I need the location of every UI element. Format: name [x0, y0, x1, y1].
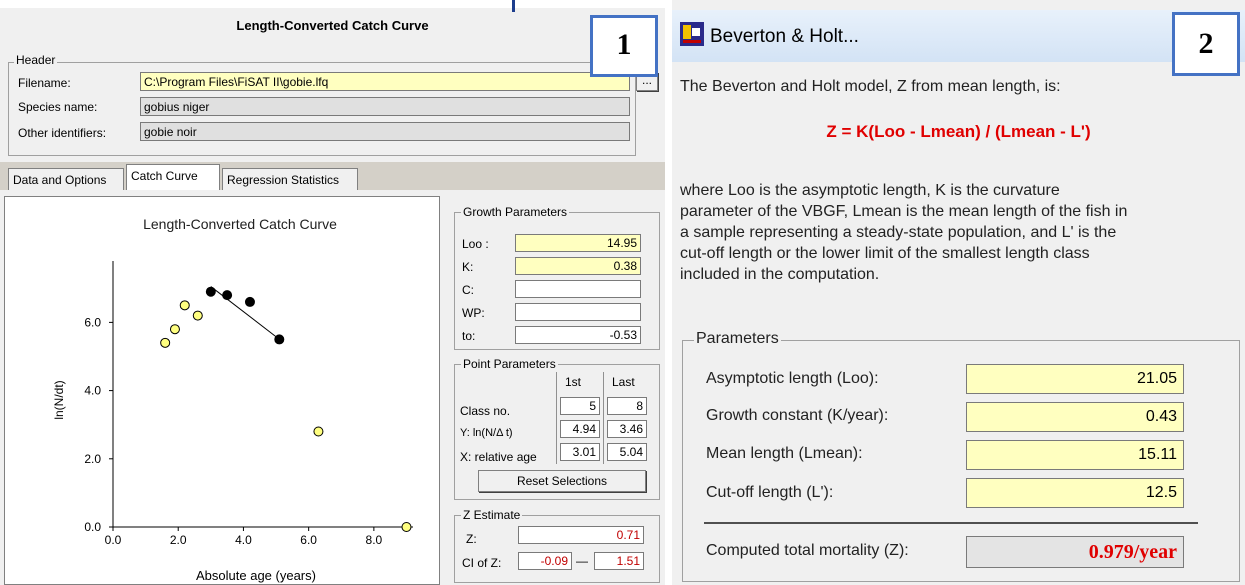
catch-curve-chart: Length-Converted Catch Curve Absolute ag… — [52, 216, 413, 583]
panel-number-badge: 2 — [1172, 12, 1240, 76]
unselected-data-point — [401, 522, 412, 532]
last-column-header: Last — [612, 375, 635, 389]
class-last-field[interactable]: 8 — [607, 397, 647, 415]
class-first-field[interactable]: 5 — [560, 397, 600, 415]
window-title: Beverton & Holt... — [710, 26, 859, 47]
description-line: parameter of the VBGF, Lmean is the mean… — [680, 203, 1128, 220]
to-field[interactable]: -0.53 — [515, 326, 641, 344]
ci-low-field[interactable]: -0.09 — [518, 552, 572, 570]
y-tick-label: 0.0 — [84, 520, 101, 534]
column-divider — [556, 372, 557, 464]
unselected-data-point — [169, 324, 180, 335]
catch-curve-window: Length-Converted Catch Curve Header File… — [0, 0, 665, 585]
description-line: cut-off length or the lower limit of the… — [680, 245, 1090, 262]
y-tick-label: 2.0 — [84, 452, 101, 466]
species-label: Species name: — [18, 100, 98, 114]
formula: Z = K(Loo - Lmean) / (Lmean - L') — [826, 122, 1091, 141]
top-strip — [0, 0, 665, 8]
loo-field[interactable]: 21.05 — [966, 364, 1184, 394]
z-label: Z: — [466, 532, 477, 546]
beverton-holt-window: Beverton & Holt... 2 The Beverton and Ho… — [672, 0, 1245, 585]
x-axis-label: Absolute age (years) — [196, 568, 316, 583]
cutoff-length-label: Cut-off length (L'): — [706, 484, 834, 501]
parameters-legend: Parameters — [694, 330, 781, 348]
point-parameters-legend: Point Parameters — [461, 357, 558, 371]
y-tick-label: 4.0 — [84, 384, 101, 398]
description-line: a sample representing a steady-state pop… — [680, 224, 1117, 241]
y-axis-label: ln(N/dt) — [52, 380, 66, 419]
column-divider — [603, 372, 604, 464]
description-line: included in the computation. — [680, 266, 880, 283]
unselected-data-point — [160, 337, 171, 348]
x-first-field[interactable]: 3.01 — [560, 443, 600, 461]
z-estimate-legend: Z Estimate — [461, 508, 523, 522]
x-tick-label: 6.0 — [300, 533, 317, 547]
y-param-label: Y: ln(N/Δ t) — [460, 427, 513, 439]
model-intro: The Beverton and Holt model, Z from mean… — [680, 78, 1061, 95]
selected-data-point — [222, 290, 233, 301]
growth-parameters-legend: Growth Parameters — [461, 205, 570, 219]
cutoff-length-field[interactable]: 12.5 — [966, 478, 1184, 508]
x-last-field[interactable]: 5.04 — [607, 443, 647, 461]
chart-title: Length-Converted Catch Curve — [143, 216, 337, 232]
window-title: Length-Converted Catch Curve — [236, 18, 429, 33]
total-mortality-label: Computed total mortality (Z): — [706, 542, 909, 559]
model-description: where Loo is the asymptotic length, K is… — [680, 180, 1240, 285]
chart-panel: Length-Converted Catch Curve Absolute ag… — [4, 196, 440, 585]
header-legend: Header — [14, 53, 58, 67]
reset-selections-button[interactable]: Reset Selections — [478, 470, 646, 492]
mean-length-field[interactable]: 15.11 — [966, 440, 1184, 470]
z-field[interactable]: 0.71 — [518, 526, 644, 544]
description-line: where Loo is the asymptotic length, K is… — [680, 182, 1060, 199]
k-field[interactable]: 0.38 — [515, 257, 641, 275]
app-icon — [680, 22, 704, 46]
wp-field[interactable] — [515, 303, 641, 321]
ci-high-field[interactable]: 1.51 — [594, 552, 644, 570]
c-field[interactable] — [515, 280, 641, 298]
mean-length-label: Mean length (Lmean): — [706, 445, 863, 462]
species-field[interactable]: gobius niger — [140, 97, 630, 116]
cursor-mark — [512, 0, 515, 12]
x-tick-label: 8.0 — [366, 533, 383, 547]
panel-number-badge: 1 — [590, 15, 658, 77]
selected-data-point — [244, 296, 255, 307]
x-tick-label: 2.0 — [170, 533, 187, 547]
c-label: C: — [462, 283, 474, 297]
loo-label: Asymptotic length (Loo): — [706, 370, 879, 387]
selected-data-point — [205, 286, 216, 297]
x-param-label: X: relative age — [460, 450, 537, 464]
other-identifiers-field[interactable]: gobie noir — [140, 122, 630, 141]
filename-field[interactable]: C:\Program Files\FiSAT II\gobie.lfq — [140, 72, 630, 91]
ci-separator: — — [576, 554, 588, 568]
class-no-label: Class no. — [460, 404, 511, 418]
x-tick-label: 0.0 — [105, 533, 122, 547]
wp-label: WP: — [462, 306, 485, 320]
to-label: to: — [462, 329, 476, 343]
tab-data-and-options[interactable]: Data and Options — [8, 168, 124, 190]
growth-constant-label: Growth constant (K/year): — [706, 407, 889, 424]
first-column-header: 1st — [565, 375, 582, 389]
loo-label: Loo : — [462, 237, 489, 251]
divider — [704, 522, 1198, 524]
ci-label: CI of Z: — [462, 556, 502, 570]
y-tick-label: 6.0 — [84, 315, 101, 329]
y-first-field[interactable]: 4.94 — [560, 420, 600, 438]
regression-line — [210, 286, 278, 339]
growth-constant-field[interactable]: 0.43 — [966, 402, 1184, 432]
other-identifiers-label: Other identifiers: — [18, 126, 107, 140]
k-label: K: — [462, 260, 474, 274]
filename-label: Filename: — [18, 76, 71, 90]
tab-regression-statistics[interactable]: Regression Statistics — [222, 168, 358, 190]
x-tick-label: 4.0 — [235, 533, 252, 547]
unselected-data-point — [313, 426, 324, 437]
y-last-field[interactable]: 3.46 — [607, 420, 647, 438]
total-mortality-field: 0.979/year — [966, 536, 1184, 568]
unselected-data-point — [192, 310, 203, 321]
selected-data-point — [274, 334, 285, 345]
loo-field[interactable]: 14.95 — [515, 234, 641, 252]
tab-catch-curve[interactable]: Catch Curve — [126, 164, 220, 190]
unselected-data-point — [179, 300, 190, 311]
